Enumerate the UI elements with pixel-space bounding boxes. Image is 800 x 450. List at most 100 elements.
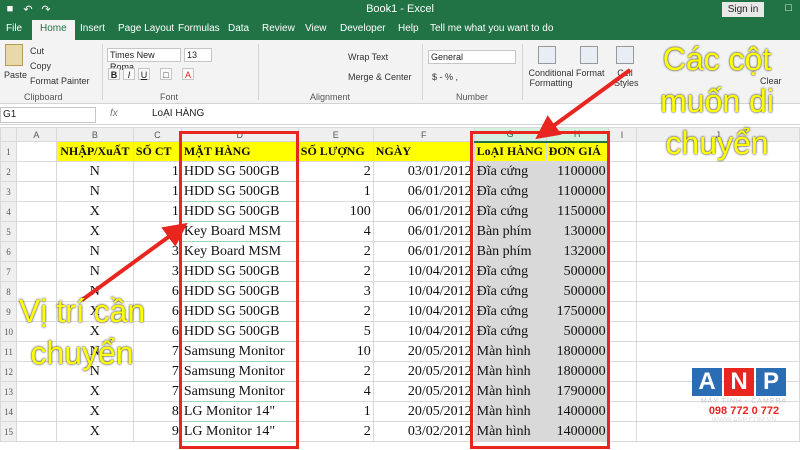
format-as-table-icon[interactable] (580, 46, 598, 64)
cell[interactable] (607, 241, 637, 262)
data-cell[interactable]: 2 (297, 241, 374, 262)
data-cell[interactable]: N (55, 241, 134, 262)
data-cell[interactable]: 20/05/2012 (372, 401, 475, 422)
data-cell[interactable]: X (55, 401, 134, 422)
cell[interactable] (635, 201, 800, 222)
tab-review[interactable]: Review (262, 23, 295, 34)
font-color-icon[interactable]: A (182, 68, 194, 80)
cell[interactable] (15, 401, 57, 422)
data-cell[interactable]: 2 (132, 221, 182, 242)
tab-data[interactable]: Data (228, 23, 249, 34)
data-cell[interactable]: 20/05/2012 (372, 381, 475, 402)
row-header[interactable]: 4 (0, 201, 17, 222)
cell[interactable] (635, 341, 800, 362)
formula-input[interactable]: LoẠI HÀNG (152, 108, 204, 119)
copy-button[interactable]: Copy (30, 61, 51, 71)
cell[interactable] (607, 281, 637, 302)
window-controls-icon[interactable]: □ (785, 2, 792, 14)
border-icon[interactable]: □ (160, 68, 172, 80)
header-cell[interactable]: SỐ LƯỢNG (297, 141, 374, 162)
tab-insert[interactable]: Insert (80, 23, 105, 34)
italic-button[interactable]: I (123, 68, 135, 80)
data-cell[interactable]: 4 (297, 381, 374, 402)
data-cell[interactable]: X (55, 201, 134, 222)
data-cell[interactable]: 2 (297, 161, 374, 182)
tab-view[interactable]: View (305, 23, 327, 34)
number-format-select[interactable]: General (428, 50, 516, 64)
cut-button[interactable]: Cut (30, 46, 44, 56)
data-cell[interactable]: 2 (297, 301, 374, 322)
header-cell[interactable]: SỐ CT (132, 141, 182, 162)
tab-home[interactable]: Home (32, 20, 75, 40)
paste-button[interactable]: Paste (4, 70, 27, 80)
cell[interactable] (635, 321, 800, 342)
cell[interactable] (15, 421, 57, 442)
fx-icon[interactable]: fx (110, 108, 118, 119)
cell[interactable] (607, 381, 637, 402)
cell[interactable] (635, 181, 800, 202)
col-header-i[interactable]: I (607, 127, 637, 142)
cell[interactable] (15, 261, 57, 282)
tab-help[interactable]: Help (398, 23, 419, 34)
row-header[interactable]: 3 (0, 181, 17, 202)
corner-cell[interactable] (0, 127, 17, 142)
col-header-c[interactable]: C (132, 127, 182, 142)
cell[interactable] (15, 381, 57, 402)
data-cell[interactable]: 3 (132, 261, 182, 282)
font-size-select[interactable]: 13 (184, 48, 212, 62)
data-cell[interactable]: 100 (297, 201, 374, 222)
col-header-a[interactable]: A (15, 127, 57, 142)
data-cell[interactable]: 3 (297, 281, 374, 302)
cell[interactable] (607, 361, 637, 382)
data-cell[interactable]: 4 (297, 221, 374, 242)
cell-styles-icon[interactable] (616, 46, 634, 64)
data-cell[interactable]: 03/01/2012 (372, 161, 475, 182)
cell[interactable] (607, 401, 637, 422)
data-cell[interactable]: 10/04/2012 (372, 261, 475, 282)
data-cell[interactable]: 2 (297, 261, 374, 282)
row-header[interactable]: 15 (0, 421, 17, 442)
row-header[interactable]: 5 (0, 221, 17, 242)
col-header-f[interactable]: F (372, 127, 475, 142)
data-cell[interactable]: 3 (132, 241, 182, 262)
data-cell[interactable]: X (55, 221, 134, 242)
data-cell[interactable]: 1 (132, 181, 182, 202)
conditional-formatting-button[interactable]: Conditional Formatting (528, 68, 574, 88)
tab-developer[interactable]: Developer (340, 23, 386, 34)
name-box[interactable]: G1 (0, 107, 96, 123)
data-cell[interactable]: 10 (297, 341, 374, 362)
data-cell[interactable]: 10/04/2012 (372, 281, 475, 302)
data-cell[interactable]: 06/01/2012 (372, 201, 475, 222)
cell[interactable] (607, 141, 637, 162)
cell[interactable] (607, 161, 637, 182)
col-header-b[interactable]: B (55, 127, 134, 142)
cell[interactable] (15, 161, 57, 182)
col-header-e[interactable]: E (297, 127, 374, 142)
paste-icon[interactable] (5, 44, 23, 66)
data-cell[interactable]: 06/01/2012 (372, 181, 475, 202)
tab-formulas[interactable]: Formulas (178, 23, 220, 34)
tell-me-search[interactable]: Tell me what you want to do (430, 23, 553, 34)
signin-button[interactable]: Sign in (722, 2, 764, 17)
data-cell[interactable]: 1 (297, 181, 374, 202)
data-cell[interactable]: 7 (132, 381, 182, 402)
cell[interactable] (635, 301, 800, 322)
data-cell[interactable]: 20/05/2012 (372, 341, 475, 362)
row-header[interactable]: 13 (0, 381, 17, 402)
data-cell[interactable]: 03/02/2012 (372, 421, 475, 442)
header-cell[interactable]: NGÀY (372, 141, 475, 162)
format-as-table-button[interactable]: Format (576, 68, 605, 78)
data-cell[interactable]: N (55, 261, 134, 282)
tab-file[interactable]: File (6, 23, 22, 34)
cell[interactable] (607, 421, 637, 442)
merge-center-button[interactable]: Merge & Center (348, 72, 412, 82)
data-cell[interactable]: 06/01/2012 (372, 221, 475, 242)
cell[interactable] (15, 201, 57, 222)
data-cell[interactable]: N (55, 181, 134, 202)
conditional-formatting-icon[interactable] (538, 46, 556, 64)
data-cell[interactable]: N (55, 161, 134, 182)
cell-styles-button[interactable]: Cell Styles (614, 68, 639, 88)
row-header[interactable]: 6 (0, 241, 17, 262)
cell[interactable] (15, 221, 57, 242)
format-painter-button[interactable]: Format Painter (30, 76, 90, 86)
